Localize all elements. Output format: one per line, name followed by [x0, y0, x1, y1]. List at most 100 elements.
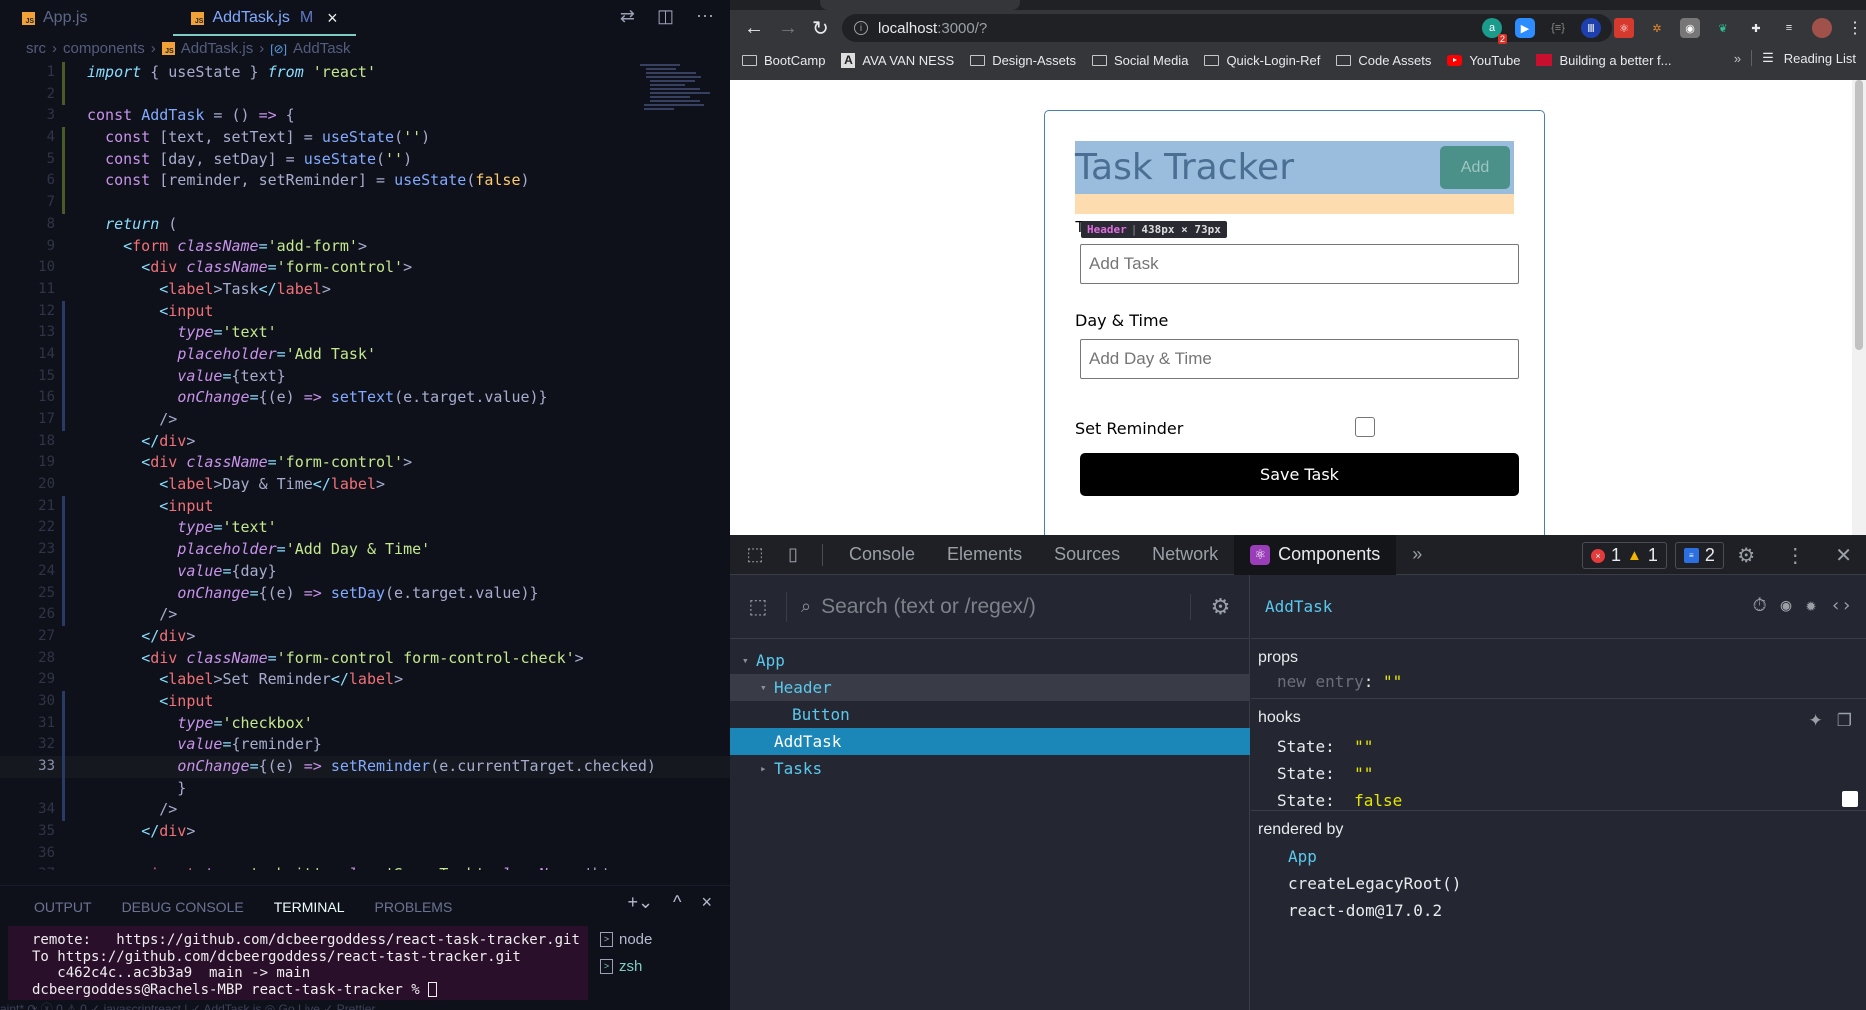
code-line[interactable]: 7	[0, 192, 730, 214]
code-line[interactable]: 2	[0, 83, 730, 106]
gutter-modified-indicator[interactable]	[62, 734, 65, 756]
day-time-input[interactable]: Add Day & Time	[1080, 339, 1519, 379]
code-editor[interactable]: 1 import { useState } from 'react' 2 3 const…	[0, 62, 730, 870]
site-info-icon[interactable]: i	[854, 21, 868, 35]
code-line[interactable]: 26 />	[0, 604, 730, 626]
code-line[interactable]: 13 type='text'	[0, 322, 730, 344]
media-control-icon[interactable]: ≡	[1779, 18, 1799, 38]
back-icon[interactable]: ←	[744, 17, 764, 40]
new-terminal-icon[interactable]: +⌄	[627, 892, 653, 913]
bookmark-item[interactable]: YouTube	[1447, 53, 1520, 68]
code-line[interactable]: 21 <input	[0, 495, 730, 518]
maximize-panel-icon[interactable]: ^	[673, 892, 681, 913]
code-line[interactable]: 8 return (	[0, 214, 730, 236]
bookmark-item[interactable]: Design-Assets	[970, 53, 1076, 68]
rendered-by-app-link[interactable]: App	[1288, 847, 1317, 866]
code-line[interactable]: 6 const [reminder, setReminder] = useSta…	[0, 170, 730, 193]
close-panel-icon[interactable]: ×	[701, 892, 712, 913]
terminal-item-zsh[interactable]: > zsh	[600, 953, 652, 980]
panel-tab-terminal[interactable]: TERMINAL	[271, 894, 347, 928]
gutter-modified-indicator[interactable]	[62, 560, 65, 583]
errors-warnings-counter[interactable]: × 1 ▲ 1	[1582, 542, 1667, 569]
open-changes-icon[interactable]: ⇄	[620, 6, 635, 27]
code-line[interactable]: 29 <label>Set Reminder</label>	[0, 669, 730, 691]
gutter-added-indicator[interactable]	[62, 192, 65, 214]
bookmark-item[interactable]: A AVA VAN NESS	[841, 52, 954, 68]
terminal-item-node[interactable]: > node	[600, 926, 652, 953]
code-line[interactable]: 9 <form className='add-form'>	[0, 236, 730, 258]
code-line[interactable]: 11 <label>Task</label>	[0, 279, 730, 301]
code-line[interactable]: 25 onChange={(e) => setDay(e.target.valu…	[0, 582, 730, 605]
code-line[interactable]: 30 <input	[0, 690, 730, 713]
gutter-modified-indicator[interactable]	[62, 343, 65, 366]
add-button[interactable]: Add	[1440, 146, 1510, 189]
tree-item-button[interactable]: Button	[730, 701, 1250, 728]
reading-list-button[interactable]: Reading List	[1784, 51, 1856, 66]
json-extension-icon[interactable]: {≡}	[1548, 18, 1568, 38]
gutter-added-indicator[interactable]	[62, 62, 65, 84]
save-task-button[interactable]: Save Task	[1080, 453, 1519, 496]
gutter-modified-indicator[interactable]	[62, 756, 65, 778]
code-line[interactable]: 34 />	[0, 799, 730, 822]
extensions-puzzle-icon[interactable]: ✚	[1746, 18, 1766, 38]
more-options-icon[interactable]: ⋮	[1785, 543, 1805, 568]
gutter-added-indicator[interactable]	[62, 170, 65, 193]
bookmark-item[interactable]: Social Media	[1092, 53, 1188, 68]
gutter-added-indicator[interactable]	[62, 127, 65, 149]
gutter-modified-indicator[interactable]	[62, 300, 65, 323]
log-bug-icon[interactable]: ✹	[1805, 595, 1816, 616]
reminder-checkbox[interactable]	[1355, 417, 1375, 437]
extension-a-icon[interactable]: a2	[1482, 18, 1507, 44]
devtools-tab-console[interactable]: Console	[833, 535, 931, 575]
more-tabs-icon[interactable]: »	[1396, 535, 1438, 575]
forward-icon[interactable]: →	[778, 17, 798, 40]
close-tab-icon[interactable]: ×	[327, 8, 338, 29]
tree-item-tasks[interactable]: ▸ Tasks	[730, 755, 1250, 782]
hook-state[interactable]: State: false	[1277, 791, 1402, 810]
devtools-tab-components[interactable]: ⚛ Components	[1234, 534, 1397, 575]
copy-icon[interactable]: ❐	[1837, 711, 1852, 731]
caret-down-icon[interactable]: ▾	[760, 681, 774, 694]
browser-menu-icon[interactable]: ⋮	[1845, 18, 1865, 38]
code-line[interactable]: 5 const [day, setDay] = useState('')	[0, 148, 730, 171]
code-line[interactable]: 18 </div>	[0, 431, 730, 453]
view-source-icon[interactable]: ‹›	[1830, 595, 1852, 616]
breadcrumb-item[interactable]: components	[63, 40, 145, 57]
code-line[interactable]: 15 value={text}	[0, 365, 730, 388]
code-line[interactable]: 19 <div className='form-control'>	[0, 452, 730, 474]
browser-tab[interactable]	[820, 0, 1020, 10]
code-line[interactable]: 24 value={day}	[0, 560, 730, 583]
caret-right-icon[interactable]: ▸	[760, 762, 774, 775]
code-line[interactable]: 27 </div>	[0, 626, 730, 648]
code-line[interactable]: 23 placeholder='Add Day & Time'	[0, 539, 730, 561]
tree-item-header[interactable]: ▾ Header	[730, 674, 1250, 701]
zoom-extension-icon[interactable]: ▶	[1515, 18, 1535, 38]
breadcrumb-item[interactable]: AddTask	[293, 40, 351, 57]
gutter-modified-indicator[interactable]	[62, 799, 65, 822]
more-bookmarks-icon[interactable]: »	[1734, 51, 1741, 66]
gutter-added-indicator[interactable]	[62, 148, 65, 171]
code-line[interactable]: 17 />	[0, 409, 730, 431]
close-devtools-icon[interactable]: ✕	[1835, 543, 1852, 568]
gutter-modified-indicator[interactable]	[62, 712, 65, 735]
select-component-icon[interactable]: ⬚	[730, 594, 786, 619]
code-line[interactable]: 32 value={reminder}	[0, 734, 730, 756]
bookmark-item[interactable]: Code Assets	[1336, 53, 1431, 68]
gutter-modified-indicator[interactable]	[62, 495, 65, 518]
columns-extension-icon[interactable]: Ⅲ	[1581, 18, 1601, 38]
gutter-modified-indicator[interactable]	[62, 322, 65, 344]
hook-state[interactable]: State: ""	[1277, 737, 1373, 756]
bug-extension-icon[interactable]: ✲	[1647, 18, 1667, 38]
more-actions-icon[interactable]: ⋯	[696, 6, 714, 27]
gutter-modified-indicator[interactable]	[62, 582, 65, 605]
code-line[interactable]: 33 onChange={(e) => setReminder(e.curren…	[0, 756, 730, 778]
code-line[interactable]: 37 <input type='submit' value='Save Task…	[0, 864, 730, 870]
code-line[interactable]: 16 onChange={(e) => setText(e.target.val…	[0, 387, 730, 409]
task-input[interactable]: Add Task	[1080, 244, 1519, 284]
code-line[interactable]: 3 const AddTask = () => {	[0, 105, 730, 127]
breadcrumb-item[interactable]: AddTask.js	[181, 40, 254, 57]
code-line[interactable]: 1 import { useState } from 'react'	[0, 62, 730, 84]
tree-item-addtask[interactable]: AddTask	[730, 728, 1250, 755]
suspend-timer-icon[interactable]: ⏱	[1753, 595, 1767, 616]
search-input[interactable]: Search (text or /regex/)	[821, 595, 1190, 619]
